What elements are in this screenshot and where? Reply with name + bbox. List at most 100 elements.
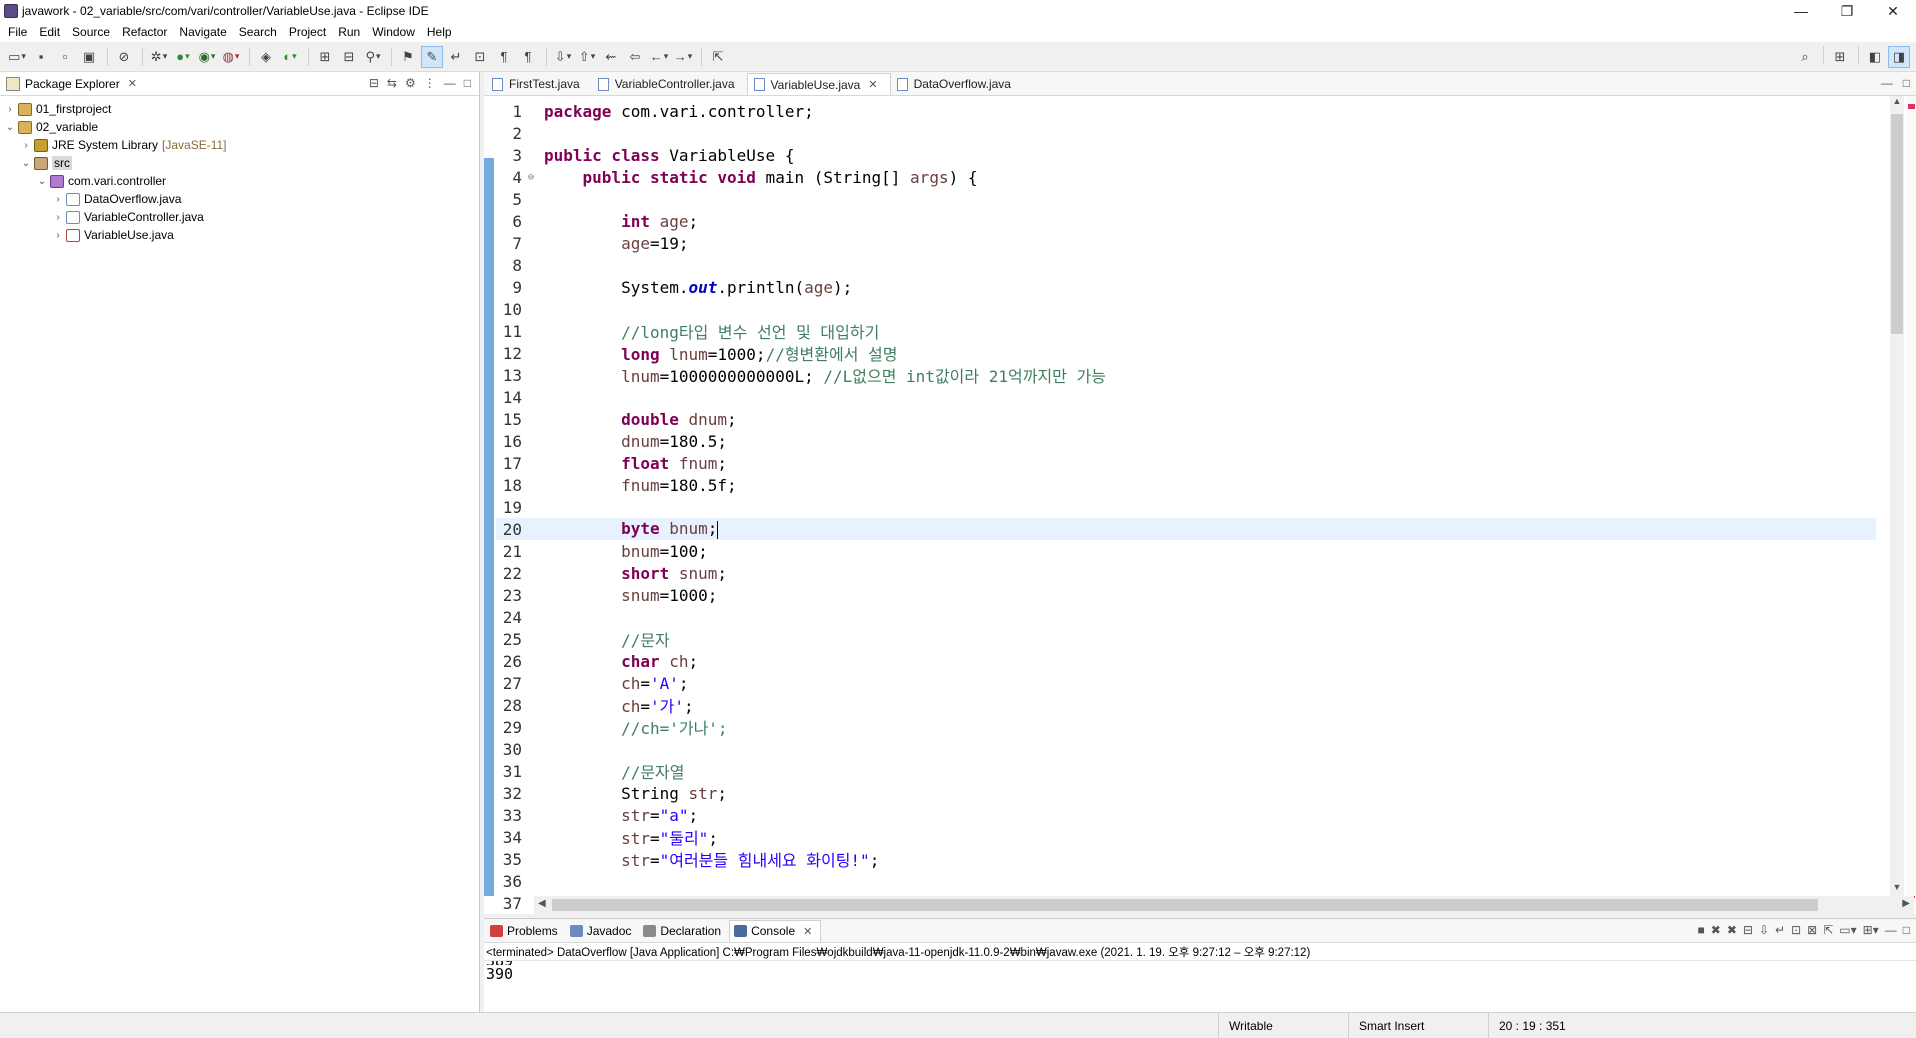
pin-console-icon[interactable]: ⇱ xyxy=(1823,923,1833,937)
code-line[interactable]: 25 //문자 xyxy=(496,628,1876,651)
skip-breakpoints-icon[interactable]: ⊘ xyxy=(113,46,135,68)
back-icon[interactable]: ⇦ xyxy=(624,46,646,68)
code-line[interactable]: 8 xyxy=(496,254,1876,276)
external-tools-icon[interactable]: ◍ xyxy=(220,46,242,68)
view-menu-icon[interactable]: ⋮ xyxy=(424,76,436,90)
code-line[interactable]: 27 ch='A'; xyxy=(496,672,1876,694)
tree-item-dataoverflow[interactable]: › DataOverflow.java xyxy=(0,190,479,208)
close-tab-icon[interactable]: ✕ xyxy=(868,78,877,91)
save-icon[interactable]: ▪ xyxy=(30,46,52,68)
tree-item-variableuse[interactable]: › VariableUse.java xyxy=(0,226,479,244)
show-whitespace-icon[interactable]: ¶ xyxy=(493,46,515,68)
code-line[interactable]: 2 xyxy=(496,122,1876,144)
code-line[interactable]: 3 public class VariableUse { xyxy=(496,144,1876,166)
scroll-thumb[interactable] xyxy=(552,899,1818,911)
minimize-view-icon[interactable]: — xyxy=(1885,923,1897,937)
maximize-view-icon[interactable]: □ xyxy=(1903,923,1910,937)
menu-window[interactable]: Window xyxy=(368,25,423,39)
open-perspective-icon[interactable]: ⊞ xyxy=(1829,46,1851,68)
code-line[interactable]: 5 xyxy=(496,188,1876,210)
error-marker[interactable] xyxy=(1908,104,1915,109)
code-line[interactable]: 9 System.out.println(age); xyxy=(496,276,1876,298)
tree-item-01-firstproject[interactable]: › 01_firstproject xyxy=(0,100,479,118)
expand-arrow-icon[interactable]: › xyxy=(52,194,64,205)
code-line[interactable]: 19 xyxy=(496,496,1876,518)
menu-file[interactable]: File xyxy=(4,25,35,39)
code-line[interactable]: 10 xyxy=(496,298,1876,320)
java-ee-perspective-icon[interactable]: ◧ xyxy=(1864,46,1886,68)
search-icon[interactable]: ⌕ xyxy=(1794,46,1816,68)
scroll-thumb[interactable] xyxy=(1891,114,1903,334)
open-type-icon[interactable]: ⊞ xyxy=(314,46,336,68)
clear-console-icon[interactable]: ⊟ xyxy=(1743,923,1753,937)
menu-edit[interactable]: Edit xyxy=(35,25,68,39)
show-on-output-icon[interactable]: ⊡ xyxy=(1791,923,1801,937)
code-line[interactable]: 14 xyxy=(496,386,1876,408)
tab-console[interactable]: Console ✕ xyxy=(729,919,822,942)
menu-source[interactable]: Source xyxy=(68,25,118,39)
show-pilcrow-icon[interactable]: ¶ xyxy=(517,46,539,68)
expand-arrow-icon[interactable]: › xyxy=(52,212,64,223)
minimize-button[interactable]: — xyxy=(1778,0,1824,22)
tree-item-src[interactable]: ⌄ src xyxy=(0,154,479,172)
collapse-all-icon[interactable]: ⊟ xyxy=(369,76,379,90)
code-line[interactable]: 20 byte bnum; xyxy=(496,518,1876,540)
java-perspective-icon[interactable]: ◨ xyxy=(1888,46,1910,68)
open-console-icon[interactable]: ▣ xyxy=(78,46,100,68)
code-line[interactable]: 1 package com.vari.controller; xyxy=(496,100,1876,122)
search-tool-icon[interactable]: ⚲ xyxy=(362,46,384,68)
collapse-arrow-icon[interactable]: ⌄ xyxy=(20,158,32,169)
minimize-view-icon[interactable]: — xyxy=(444,76,456,90)
toggle-mark-occurrences-icon[interactable]: ⚑ xyxy=(397,46,419,68)
scroll-down-icon[interactable]: ▼ xyxy=(1890,882,1904,896)
filters-icon[interactable]: ⚙ xyxy=(405,76,416,90)
toggle-block-selection-icon[interactable]: ⊡ xyxy=(469,46,491,68)
expand-arrow-icon[interactable]: › xyxy=(4,104,16,115)
show-on-error-icon[interactable]: ⊠ xyxy=(1807,923,1817,937)
toggle-word-wrap-icon[interactable]: ↵ xyxy=(445,46,467,68)
close-button[interactable]: ✕ xyxy=(1870,0,1916,22)
forward-icon[interactable]: → xyxy=(672,46,694,68)
remove-launch-icon[interactable]: ✖ xyxy=(1711,923,1721,937)
collapse-arrow-icon[interactable]: ⌄ xyxy=(36,176,48,187)
open-console-icon[interactable]: ⊞▾ xyxy=(1863,923,1879,937)
restore-button[interactable]: ❐ xyxy=(1824,0,1870,22)
code-line[interactable]: 22 short snum; xyxy=(496,562,1876,584)
menu-help[interactable]: Help xyxy=(423,25,460,39)
menu-search[interactable]: Search xyxy=(235,25,285,39)
code-line[interactable]: 28 ch='가'; xyxy=(496,694,1876,717)
overview-ruler[interactable] xyxy=(1906,96,1916,898)
code-line[interactable]: 23 snum=1000; xyxy=(496,584,1876,606)
console-output[interactable]: 389 390 xyxy=(484,961,1916,995)
tab-problems[interactable]: Problems xyxy=(486,920,566,942)
code-line[interactable]: 24 xyxy=(496,606,1876,628)
word-wrap-icon[interactable]: ↵ xyxy=(1775,923,1785,937)
code-line[interactable]: 36 xyxy=(496,870,1876,892)
fold-toggle-icon[interactable]: ⊖ xyxy=(528,172,544,183)
new-icon[interactable]: ▭ xyxy=(6,46,28,68)
tab-variableuse[interactable]: VariableUse.java ✕ xyxy=(746,73,891,95)
tab-variablecontroller[interactable]: VariableController.java xyxy=(592,73,747,95)
code-line[interactable]: 18 fnum=180.5f; xyxy=(496,474,1876,496)
back-dropdown-icon[interactable]: ← xyxy=(648,46,670,68)
vertical-scrollbar[interactable]: ▲ ▼ xyxy=(1890,96,1904,896)
new-java-class-icon[interactable]: ◐ xyxy=(279,46,301,68)
close-tab-icon[interactable]: ✕ xyxy=(803,925,812,938)
code-lines[interactable]: 1 package com.vari.controller; 2 3 public cl… xyxy=(496,100,1876,914)
remove-all-icon[interactable]: ✖ xyxy=(1727,923,1737,937)
scroll-lock-icon[interactable]: ⇩ xyxy=(1759,923,1769,937)
maximize-editor-icon[interactable]: □ xyxy=(1903,76,1910,90)
tree-item-jre-library[interactable]: › JRE System Library [JavaSE-11] xyxy=(0,136,479,154)
tree-item-package[interactable]: ⌄ com.vari.controller xyxy=(0,172,479,190)
run-icon[interactable]: ● xyxy=(172,46,194,68)
tree-item-variablecontroller[interactable]: › VariableController.java xyxy=(0,208,479,226)
tab-dataoverflow[interactable]: DataOverflow.java xyxy=(891,73,1023,95)
tab-declaration[interactable]: Declaration xyxy=(639,920,729,942)
code-editor[interactable]: 1 package com.vari.controller; 2 3 public cl… xyxy=(484,96,1916,914)
display-console-icon[interactable]: ▭▾ xyxy=(1839,923,1856,937)
menu-navigate[interactable]: Navigate xyxy=(175,25,234,39)
previous-annotation-icon[interactable]: ⇧ xyxy=(576,46,598,68)
code-line[interactable]: 32 String str; xyxy=(496,782,1876,804)
save-all-icon[interactable]: ▫ xyxy=(54,46,76,68)
menu-run[interactable]: Run xyxy=(334,25,368,39)
